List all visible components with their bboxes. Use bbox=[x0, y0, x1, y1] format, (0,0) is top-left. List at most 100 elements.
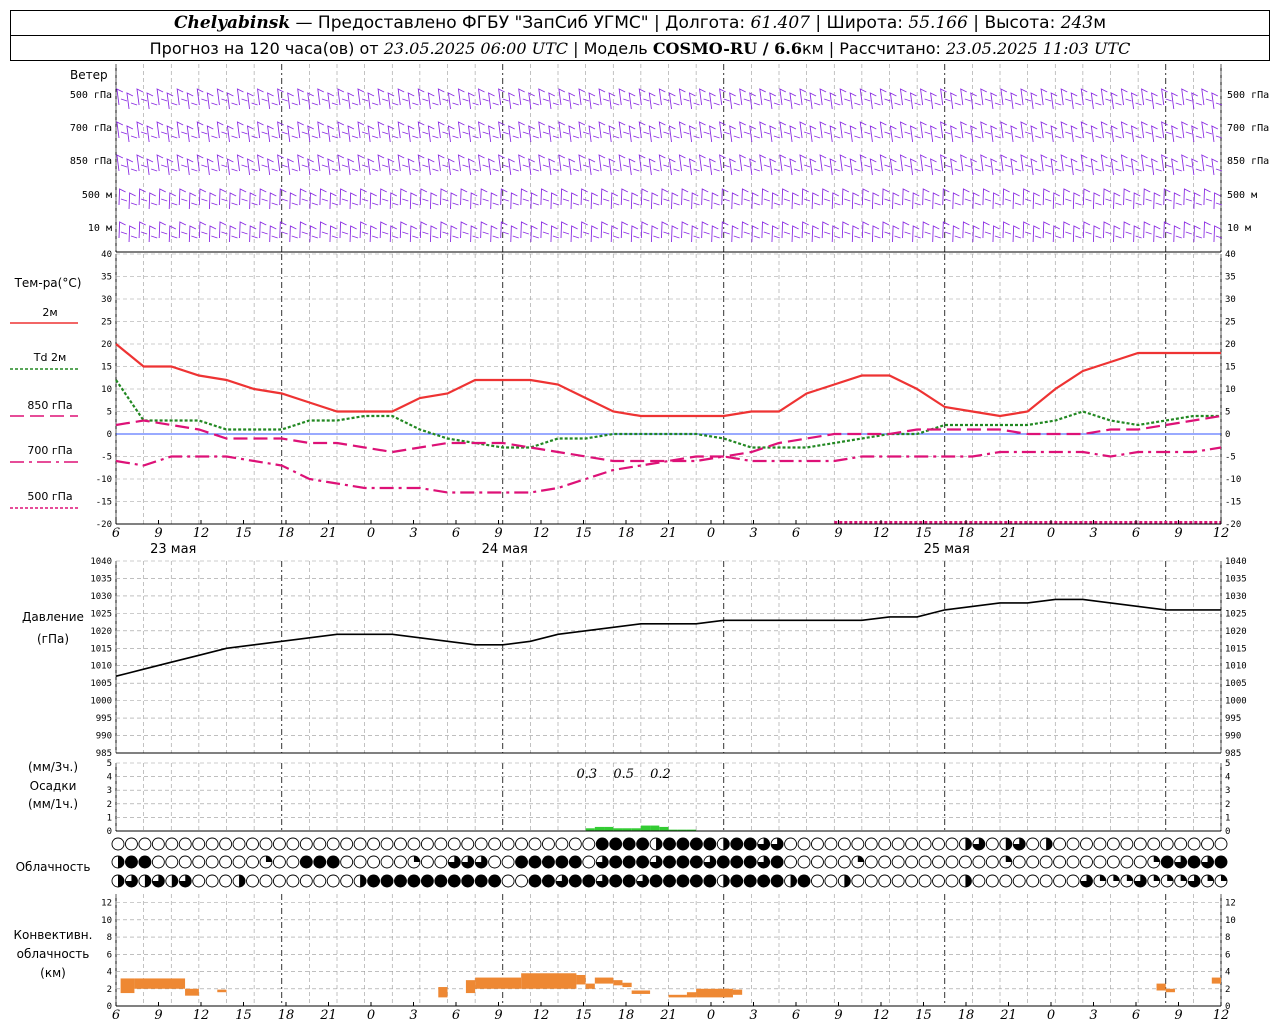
wind-barb bbox=[950, 158, 961, 176]
wind-barb bbox=[236, 88, 248, 106]
cloud-circle bbox=[515, 874, 528, 888]
wind-barb bbox=[1143, 221, 1152, 239]
wind-barb bbox=[648, 92, 660, 110]
wind-barb bbox=[540, 188, 550, 206]
cloud-fill bbox=[730, 856, 743, 868]
cloud-fill bbox=[744, 875, 757, 887]
temp-xtick-label: 3 bbox=[1089, 526, 1097, 541]
wind-barb bbox=[781, 188, 791, 206]
wind-barb bbox=[600, 221, 610, 239]
conv-xtick-label: 0 bbox=[367, 1008, 375, 1023]
cloud-circle bbox=[837, 855, 851, 869]
cloud-fill bbox=[528, 856, 541, 868]
pressure-ytick-right: 1000 bbox=[1225, 697, 1247, 707]
cloud-circle bbox=[205, 874, 219, 888]
temp-xtick-label: 3 bbox=[749, 526, 757, 541]
cloud-circle bbox=[1066, 874, 1080, 888]
wind-barb bbox=[1060, 88, 1072, 106]
wind-barb bbox=[1123, 221, 1132, 239]
cloud-fill bbox=[1153, 856, 1160, 862]
wind-barb bbox=[186, 125, 198, 143]
cloud-circle bbox=[864, 855, 878, 869]
wind-barb bbox=[638, 88, 650, 106]
wind-barb bbox=[751, 225, 761, 243]
wind-barb bbox=[480, 188, 489, 206]
wind-barb bbox=[829, 158, 841, 176]
wind-barb bbox=[1042, 221, 1052, 239]
wind-barb bbox=[419, 221, 429, 239]
wind-barb bbox=[952, 225, 961, 243]
conv-ytick-left: 6 bbox=[107, 950, 112, 960]
wind-barb bbox=[178, 188, 188, 206]
wind-barb bbox=[1113, 225, 1122, 243]
wind-barb bbox=[498, 88, 509, 106]
wind-barb bbox=[1151, 158, 1162, 176]
wind-barb bbox=[731, 192, 740, 210]
cloud-fill bbox=[798, 875, 811, 887]
cloud-fill bbox=[448, 875, 461, 887]
cloud-circle bbox=[1187, 837, 1201, 851]
pressure-ytick-right: 1015 bbox=[1225, 644, 1247, 654]
wind-barb bbox=[166, 125, 178, 143]
cloud-fill bbox=[138, 856, 151, 868]
wind-barb bbox=[379, 188, 389, 206]
cloud-fill bbox=[771, 875, 784, 887]
wind-barb bbox=[1052, 192, 1062, 210]
wind-barb bbox=[397, 154, 409, 172]
cloud-circle bbox=[878, 874, 892, 888]
wind-barb bbox=[930, 125, 941, 143]
wind-barb bbox=[819, 88, 831, 106]
cloud-fill bbox=[965, 875, 972, 887]
cloud-circle bbox=[192, 837, 206, 851]
wind-barb bbox=[879, 88, 891, 106]
wind-barb bbox=[208, 192, 218, 210]
pressure-ytick-left: 990 bbox=[96, 732, 112, 742]
wind-barb bbox=[399, 188, 409, 206]
wind-barb bbox=[450, 192, 459, 210]
cloud-circle bbox=[824, 874, 838, 888]
wind-barb bbox=[871, 192, 881, 210]
cloud-circle bbox=[219, 837, 233, 851]
wind-barb bbox=[1110, 158, 1122, 176]
wind-barb bbox=[630, 225, 640, 243]
wind-barb bbox=[1002, 188, 1012, 206]
conv-bar bbox=[1165, 988, 1175, 993]
temp-ytick-left: 20 bbox=[101, 340, 112, 350]
temp-xtick-label: 6 bbox=[1132, 526, 1140, 541]
precip-annotation: 0.3 bbox=[576, 767, 597, 782]
wind-barb bbox=[1090, 158, 1102, 176]
wind-barb bbox=[508, 125, 519, 143]
wind-barb bbox=[1032, 192, 1042, 210]
temp-xtick-label: 18 bbox=[618, 526, 635, 541]
precip-annotation: 0.2 bbox=[650, 767, 671, 782]
wind-barb bbox=[721, 221, 730, 239]
wind-barb bbox=[779, 154, 791, 172]
cloud-circle bbox=[394, 855, 407, 869]
wind-barb bbox=[267, 125, 278, 143]
cloud-fill bbox=[1188, 856, 1201, 868]
wind-barb bbox=[1002, 221, 1012, 239]
temp-ytick-left: -20 bbox=[96, 520, 112, 530]
wind-barb bbox=[1120, 88, 1132, 106]
wind-barb bbox=[1140, 121, 1152, 139]
precip-ytick-right: 1 bbox=[1225, 813, 1230, 823]
cloud-fill bbox=[1167, 875, 1174, 881]
cloud-circle bbox=[1080, 837, 1093, 851]
wind-barb bbox=[1211, 158, 1223, 176]
temp-xtick-label: 9 bbox=[494, 526, 502, 541]
temp-ytick-right: -15 bbox=[1225, 498, 1241, 508]
wind-level-label-right: 10 м bbox=[1227, 223, 1251, 234]
wind-barb bbox=[1000, 121, 1012, 139]
wind-barb bbox=[1120, 121, 1132, 139]
wind-barb bbox=[216, 154, 228, 172]
wind-barb bbox=[488, 92, 499, 110]
cloud-fill bbox=[582, 875, 595, 887]
precip-bar bbox=[650, 825, 660, 831]
wind-barb bbox=[279, 221, 288, 239]
wind-level-label-left: 700 гПа bbox=[70, 123, 112, 134]
pressure-ytick-left: 1030 bbox=[90, 592, 112, 602]
wind-barb bbox=[889, 125, 901, 143]
wind-barb bbox=[538, 88, 550, 106]
wind-barb bbox=[387, 125, 399, 143]
wind-barb bbox=[259, 221, 268, 239]
